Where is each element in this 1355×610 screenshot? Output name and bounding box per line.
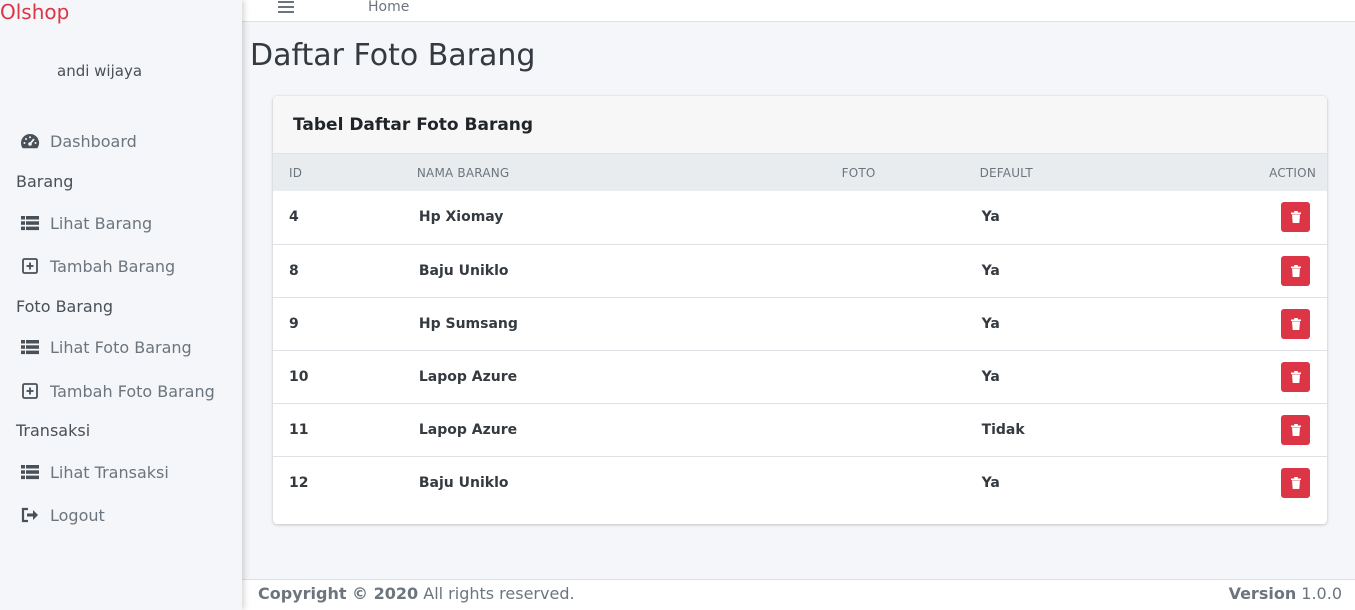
column-header-name: NAMA BARANG [416, 165, 510, 180]
cell-foto [824, 350, 966, 403]
photo-table-card: Tabel Daftar Foto Barang ID NAMA BARANG … [273, 96, 1327, 524]
footer: Copyright © 2020 All rights reserved. Ve… [242, 579, 1355, 610]
list-icon [18, 213, 42, 233]
sidebar-item-tambah-foto-barang[interactable]: Tambah Foto Barang [18, 378, 215, 404]
brand-logo[interactable]: Olshop [0, 0, 69, 24]
list-icon [18, 462, 42, 482]
trash-icon [1290, 211, 1301, 224]
cell-id: 10 [289, 368, 309, 385]
footer-version: Version 1.0.0 [1229, 584, 1342, 603]
cell-default: Ya [981, 262, 1000, 279]
delete-button[interactable] [1281, 467, 1310, 498]
trash-icon [1290, 476, 1301, 489]
tachometer-icon [18, 131, 42, 151]
nav-home-link[interactable]: Home [368, 0, 409, 15]
sidebar: Olshop andi wijaya Dashboard Barang Liha… [0, 0, 242, 610]
sign-out-icon [18, 505, 42, 525]
sidebar-item-lihat-foto-barang[interactable]: Lihat Foto Barang [18, 334, 192, 360]
sidebar-item-logout[interactable]: Logout [18, 502, 105, 528]
table-row: 10 Lapop Azure Ya [273, 350, 1327, 403]
cell-foto [824, 244, 966, 297]
column-header-id: ID [289, 165, 303, 180]
cell-foto [824, 297, 966, 350]
card-title: Tabel Daftar Foto Barang [293, 114, 534, 135]
table-header-row: ID NAMA BARANG FOTO DEFAULT ACTION [273, 154, 1327, 191]
sidebar-item-label: Lihat Barang [50, 213, 153, 233]
cell-foto [824, 403, 966, 456]
cell-id: 11 [289, 421, 309, 438]
list-icon [18, 337, 42, 357]
sidebar-item-label: Logout [50, 505, 105, 525]
plus-square-icon [18, 381, 42, 401]
cell-name: Lapop Azure [418, 421, 518, 438]
plus-square-icon [18, 256, 42, 276]
delete-button[interactable] [1281, 255, 1310, 286]
table-row: 9 Hp Sumsang Ya [273, 297, 1327, 350]
copyright-rest: All rights reserved. [418, 584, 575, 603]
cell-default: Ya [981, 368, 1000, 385]
cell-default: Ya [981, 209, 1000, 226]
trash-icon [1290, 264, 1301, 277]
sidebar-item-label: Tambah Barang [50, 256, 176, 276]
sidebar-item-label: Lihat Transaksi [50, 462, 169, 482]
delete-button[interactable] [1281, 414, 1310, 445]
sidebar-item-tambah-barang[interactable]: Tambah Barang [18, 253, 175, 279]
table-row: 12 Baju Uniklo Ya [273, 456, 1327, 509]
cell-name: Lapop Azure [418, 368, 518, 385]
cell-id: 12 [289, 474, 309, 491]
version-value: 1.0.0 [1296, 584, 1342, 603]
copyright-bold: Copyright © 2020 [258, 584, 419, 603]
bars-icon[interactable] [278, 0, 294, 14]
cell-default: Ya [981, 315, 1000, 332]
delete-button[interactable] [1281, 202, 1310, 233]
trash-icon [1290, 423, 1301, 436]
column-header-default: DEFAULT [979, 165, 1033, 180]
table-row: 8 Baju Uniklo Ya [273, 244, 1327, 297]
user-name[interactable]: andi wijaya [57, 62, 142, 80]
delete-button[interactable] [1281, 308, 1310, 339]
table-row: 11 Lapop Azure Tidak [273, 403, 1327, 456]
card-header: Tabel Daftar Foto Barang [273, 96, 1327, 154]
cell-name: Baju Uniklo [418, 474, 509, 491]
page-title: Daftar Foto Barang [250, 38, 536, 73]
footer-copyright: Copyright © 2020 All rights reserved. [258, 584, 575, 603]
column-header-foto: FOTO [841, 165, 876, 180]
nav-header-foto-barang: Foto Barang [16, 297, 114, 316]
sidebar-item-lihat-transaksi[interactable]: Lihat Transaksi [18, 459, 169, 485]
sidebar-item-dashboard[interactable]: Dashboard [18, 128, 137, 154]
trash-icon [1290, 317, 1301, 330]
cell-id: 8 [289, 262, 299, 279]
column-header-action: ACTION [1269, 165, 1316, 180]
version-label: Version [1228, 584, 1297, 603]
cell-name: Hp Sumsang [418, 315, 518, 332]
cell-foto [824, 456, 966, 509]
top-navbar: Home [242, 0, 1355, 22]
cell-name: Hp Xiomay [418, 209, 504, 226]
cell-name: Baju Uniklo [418, 262, 509, 279]
photo-table: ID NAMA BARANG FOTO DEFAULT ACTION 4 Hp … [273, 154, 1327, 509]
cell-default: Ya [981, 474, 1000, 491]
cell-id: 9 [289, 315, 299, 332]
sidebar-item-label: Tambah Foto Barang [50, 381, 215, 401]
cell-foto [824, 191, 966, 244]
table-row: 4 Hp Xiomay Ya [273, 191, 1327, 244]
cell-id: 4 [289, 209, 299, 226]
nav-header-barang: Barang [16, 172, 74, 191]
nav-header-transaksi: Transaksi [16, 421, 91, 440]
sidebar-item-label: Dashboard [50, 131, 137, 151]
sidebar-item-label: Lihat Foto Barang [50, 337, 192, 357]
cell-default: Tidak [981, 421, 1025, 438]
delete-button[interactable] [1281, 361, 1310, 392]
sidebar-item-lihat-barang[interactable]: Lihat Barang [18, 210, 152, 236]
trash-icon [1290, 370, 1301, 383]
